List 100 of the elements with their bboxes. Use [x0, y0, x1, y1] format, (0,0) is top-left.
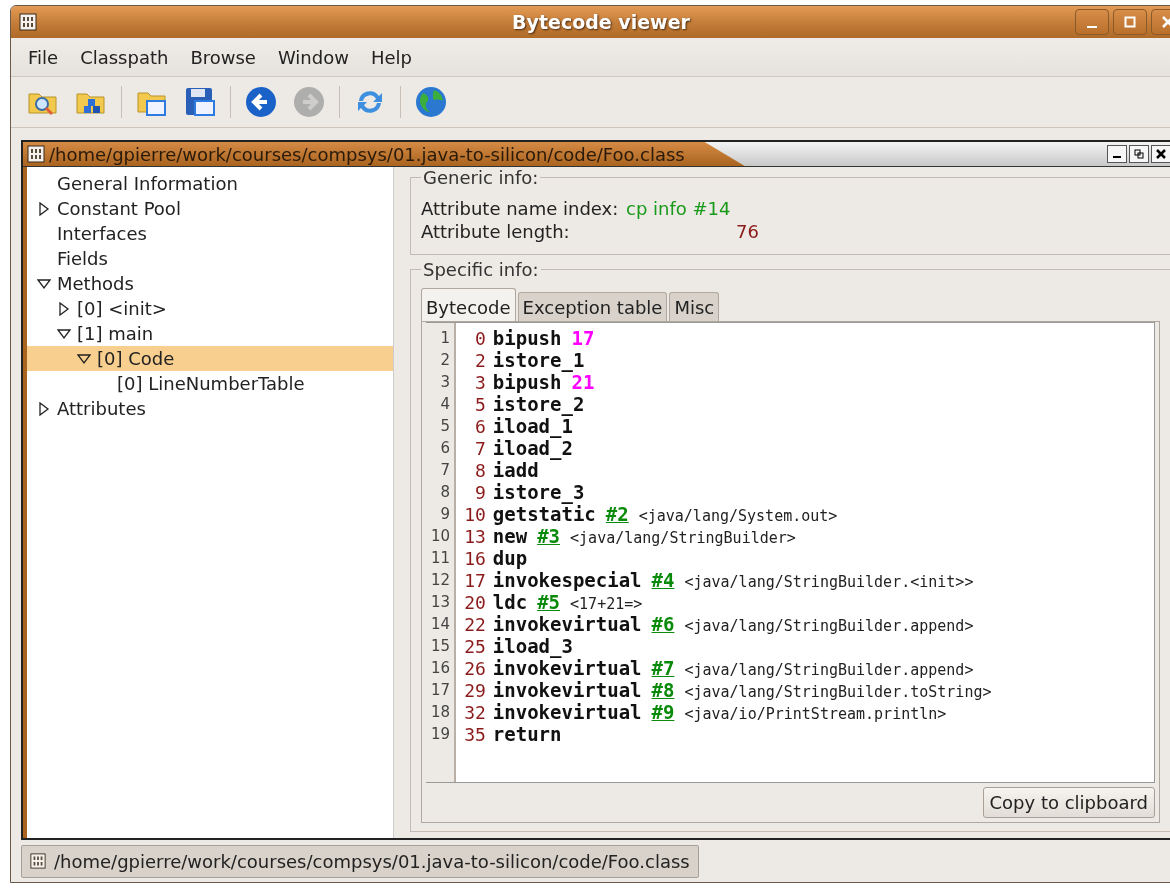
constant-comment: <java/lang/StringBuilder> [570, 529, 796, 547]
line-number: 4 [439, 394, 451, 415]
constant-comment: <java/lang/StringBuilder.<init>> [684, 573, 974, 591]
opcode: istore_3 [492, 481, 585, 503]
tab[interactable]: Bytecode [421, 288, 516, 321]
constant-pool-link[interactable]: #5 [537, 591, 561, 613]
menu-item[interactable]: Browse [179, 46, 267, 68]
back-arrow-icon[interactable] [243, 84, 279, 120]
constant-pool-link[interactable]: #3 [537, 525, 561, 547]
maximize-icon [1123, 15, 1137, 29]
instruction-offset: 7 [474, 438, 486, 460]
opcode: new [492, 525, 528, 547]
instruction-offset: 2 [474, 350, 486, 372]
line-number: 8 [439, 482, 451, 503]
line-number: 17 [429, 680, 451, 701]
instruction-offset: 0 [474, 328, 486, 350]
constant-comment: <java/lang/StringBuilder.toString> [684, 683, 992, 701]
opcode: dup [492, 547, 528, 569]
constant-pool-link[interactable]: #4 [651, 569, 675, 591]
constant-comment: <java/lang/System.out> [638, 507, 838, 525]
line-number: 11 [429, 548, 451, 569]
app-icon [27, 145, 45, 163]
app-icon [19, 13, 37, 31]
collapsed-triangle-icon[interactable] [37, 401, 51, 416]
app-icon [30, 853, 46, 869]
line-number: 18 [429, 702, 451, 723]
close-icon [1155, 148, 1167, 160]
copy-to-clipboard-button[interactable]: Copy to clipboard [982, 787, 1155, 818]
menu-item[interactable]: File [17, 46, 70, 68]
instruction-offset: 9 [474, 482, 486, 504]
opcode: invokevirtual [492, 657, 642, 679]
line-number: 2 [439, 350, 451, 371]
tree-item[interactable]: [1] main [27, 321, 393, 346]
opcode: bipush [492, 327, 562, 349]
tree-item[interactable]: General Information [27, 171, 393, 196]
expanded-triangle-icon[interactable] [37, 276, 51, 291]
instruction-offset: 5 [474, 394, 486, 416]
menu-item[interactable]: Classpath [69, 46, 180, 68]
restore-button[interactable] [1129, 145, 1149, 163]
tab[interactable]: Exception table [517, 292, 668, 321]
menu-item[interactable]: Help [359, 46, 423, 68]
opcode: invokevirtual [492, 679, 642, 701]
constant-pool-link[interactable]: #6 [651, 613, 675, 635]
line-number: 7 [439, 460, 451, 481]
tree-item[interactable]: Interfaces [27, 221, 393, 246]
constant-pool-link[interactable]: #8 [651, 679, 675, 701]
attribute-label: Attribute name index: [421, 198, 620, 219]
panel-title: Generic info: [422, 167, 540, 188]
instruction-offset: 32 [463, 702, 486, 724]
expanded-triangle-icon[interactable] [57, 326, 71, 341]
tree-item[interactable]: Constant Pool [27, 196, 393, 221]
opcode: invokespecial [492, 569, 642, 591]
instruction-offset: 17 [463, 570, 486, 592]
constant-comment: <java/lang/StringBuilder.append> [684, 661, 974, 679]
constant-comment: <java/lang/StringBuilder.append> [684, 617, 974, 635]
line-number: 9 [439, 504, 451, 525]
constant-pool-link[interactable]: #9 [651, 701, 675, 723]
instruction-offset: 10 [463, 504, 486, 526]
tree-item[interactable]: [0] Code [27, 346, 393, 371]
collapsed-triangle-icon[interactable] [57, 301, 71, 316]
opcode: iload_2 [492, 437, 573, 459]
tree-item[interactable]: [0] <init> [27, 296, 393, 321]
opcode: invokevirtual [492, 701, 642, 723]
instruction-offset: 35 [463, 724, 486, 746]
operand-value: 21 [571, 371, 595, 393]
instruction-offset: 13 [463, 526, 486, 548]
instruction-offset: 29 [463, 680, 486, 702]
opcode: bipush [492, 371, 562, 393]
tree-item[interactable]: Methods [27, 271, 393, 296]
collapsed-triangle-icon[interactable] [37, 201, 51, 216]
constant-comment: <java/io/PrintStream.println> [684, 705, 947, 723]
opcode: iadd [492, 459, 539, 481]
tree-item[interactable]: [0] LineNumberTable [27, 371, 393, 396]
instruction-offset: 6 [474, 416, 486, 438]
instruction-offset: 16 [463, 548, 486, 570]
line-number: 15 [429, 636, 451, 657]
line-number: 6 [439, 438, 451, 459]
maximize-button[interactable] [1113, 9, 1147, 35]
menu-item[interactable]: Window [266, 46, 360, 68]
instruction-offset: 8 [474, 460, 486, 482]
expanded-triangle-icon[interactable] [77, 351, 91, 366]
minimize-button[interactable] [1107, 145, 1127, 163]
tree-item[interactable]: Attributes [27, 396, 393, 421]
constant-pool-link[interactable]: #7 [651, 657, 675, 679]
tab[interactable]: Misc [669, 292, 720, 321]
window-task-button[interactable]: /home/gpierre/work/courses/compsys/01.java-to-silicon/code/Foo.class [21, 844, 699, 878]
document-title: /home/gpierre/work/courses/compsys/01.java-to-silicon/code/Foo.class [49, 143, 685, 165]
attribute-value: cp info #14 [626, 198, 732, 219]
constant-pool-link[interactable]: #2 [605, 503, 629, 525]
line-number: 5 [439, 416, 451, 437]
operand-value: 17 [571, 327, 595, 349]
attribute-value: 76 [735, 221, 760, 242]
instruction-offset: 3 [474, 372, 486, 394]
line-number: 14 [429, 614, 451, 635]
globe-icon[interactable] [413, 84, 449, 120]
attribute-label: Attribute length: [421, 221, 571, 242]
close-button[interactable] [1151, 145, 1170, 163]
opcode: istore_2 [492, 393, 585, 415]
minimize-icon [1113, 156, 1121, 158]
tree-item[interactable]: Fields [27, 246, 393, 271]
